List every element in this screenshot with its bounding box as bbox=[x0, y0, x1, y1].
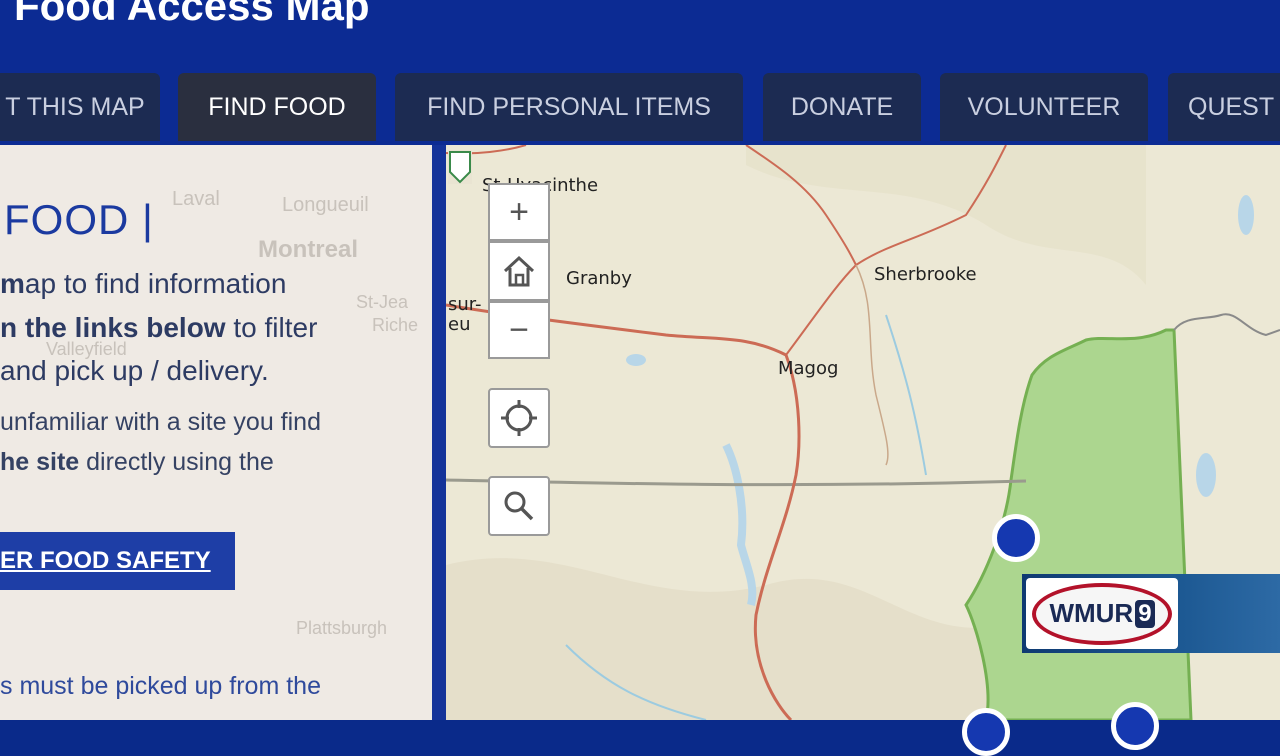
panel-divider[interactable] bbox=[432, 145, 446, 720]
food-safety-button[interactable]: ER FOOD SAFETY bbox=[0, 532, 235, 590]
food-site-marker[interactable] bbox=[962, 708, 1010, 756]
panel-text-line-1: map to find information bbox=[0, 268, 286, 300]
station-logo-text: WMUR bbox=[1049, 598, 1134, 628]
tab-find-personal-items[interactable]: FIND PERSONAL ITEMS bbox=[395, 73, 743, 141]
city-label-fragment-sur: sur- bbox=[448, 294, 482, 315]
ghost-label-laval: Laval bbox=[172, 188, 220, 210]
ghost-label-plattsburgh: Plattsburgh bbox=[296, 618, 388, 638]
panel-text-line-5-rest: directly using the bbox=[79, 448, 274, 476]
tab-about-this-map[interactable]: T THIS MAP bbox=[0, 73, 160, 141]
panel-heading: FOOD | bbox=[4, 196, 154, 243]
locate-button[interactable] bbox=[488, 388, 550, 448]
panel-text-line-2-bold: n the links below bbox=[0, 312, 226, 343]
panel-text-line-2: n the links below to filter bbox=[0, 312, 317, 344]
panel-text-line-1-content: ap to find information bbox=[24, 268, 287, 299]
ghost-label-longueuil: Longueuil bbox=[282, 194, 369, 216]
ghost-label-st-jean: St-Jea bbox=[356, 292, 409, 312]
ghost-label-richelieu: Riche bbox=[372, 315, 419, 335]
station-logo-oval: WMUR 9 bbox=[1032, 582, 1172, 645]
tab-donate[interactable]: DONATE bbox=[763, 73, 921, 141]
city-label-magog: Magog bbox=[778, 358, 839, 379]
tab-find-food[interactable]: FIND FOOD bbox=[178, 73, 376, 141]
locate-icon bbox=[501, 400, 537, 436]
food-site-marker[interactable] bbox=[1111, 702, 1159, 750]
home-icon bbox=[503, 255, 535, 287]
search-icon bbox=[504, 491, 534, 521]
app-title: Food Access Map bbox=[14, 0, 370, 29]
station-logo: WMUR 9 bbox=[1026, 578, 1178, 649]
search-button[interactable] bbox=[488, 476, 550, 536]
panel-text-line-1-map-word: m bbox=[0, 268, 25, 299]
food-site-marker[interactable] bbox=[992, 514, 1040, 562]
ghost-label-montreal: Montreal bbox=[258, 236, 359, 263]
station-logo-banner: WMUR 9 bbox=[1022, 574, 1280, 653]
city-label-granby: Granby bbox=[566, 268, 632, 289]
city-label-fragment-eu: eu bbox=[448, 314, 471, 335]
panel-text-line-5-bold: he site bbox=[0, 448, 80, 476]
app-header: Food Access Map T THIS MAP FIND FOOD FIN… bbox=[0, 0, 1280, 145]
panel-text-line-3: and pick up / delivery. bbox=[0, 355, 269, 386]
panel-text-line-5: he site directly using the bbox=[0, 448, 274, 477]
city-label-sherbrooke: Sherbrooke bbox=[874, 264, 977, 285]
tab-volunteer[interactable]: VOLUNTEER bbox=[940, 73, 1148, 141]
station-logo-number: 9 bbox=[1135, 599, 1155, 628]
tab-questions[interactable]: QUEST bbox=[1168, 73, 1280, 141]
zoom-in-button[interactable]: + bbox=[488, 183, 550, 241]
home-button[interactable] bbox=[488, 241, 550, 301]
panel-text-line-4: unfamiliar with a site you find bbox=[0, 408, 321, 436]
attribution-icon bbox=[448, 150, 472, 184]
zoom-out-button[interactable]: − bbox=[488, 301, 550, 359]
panel-text-line-6: s must be picked up from the bbox=[0, 672, 321, 700]
panel-text-line-2-rest: to filter bbox=[225, 312, 318, 343]
